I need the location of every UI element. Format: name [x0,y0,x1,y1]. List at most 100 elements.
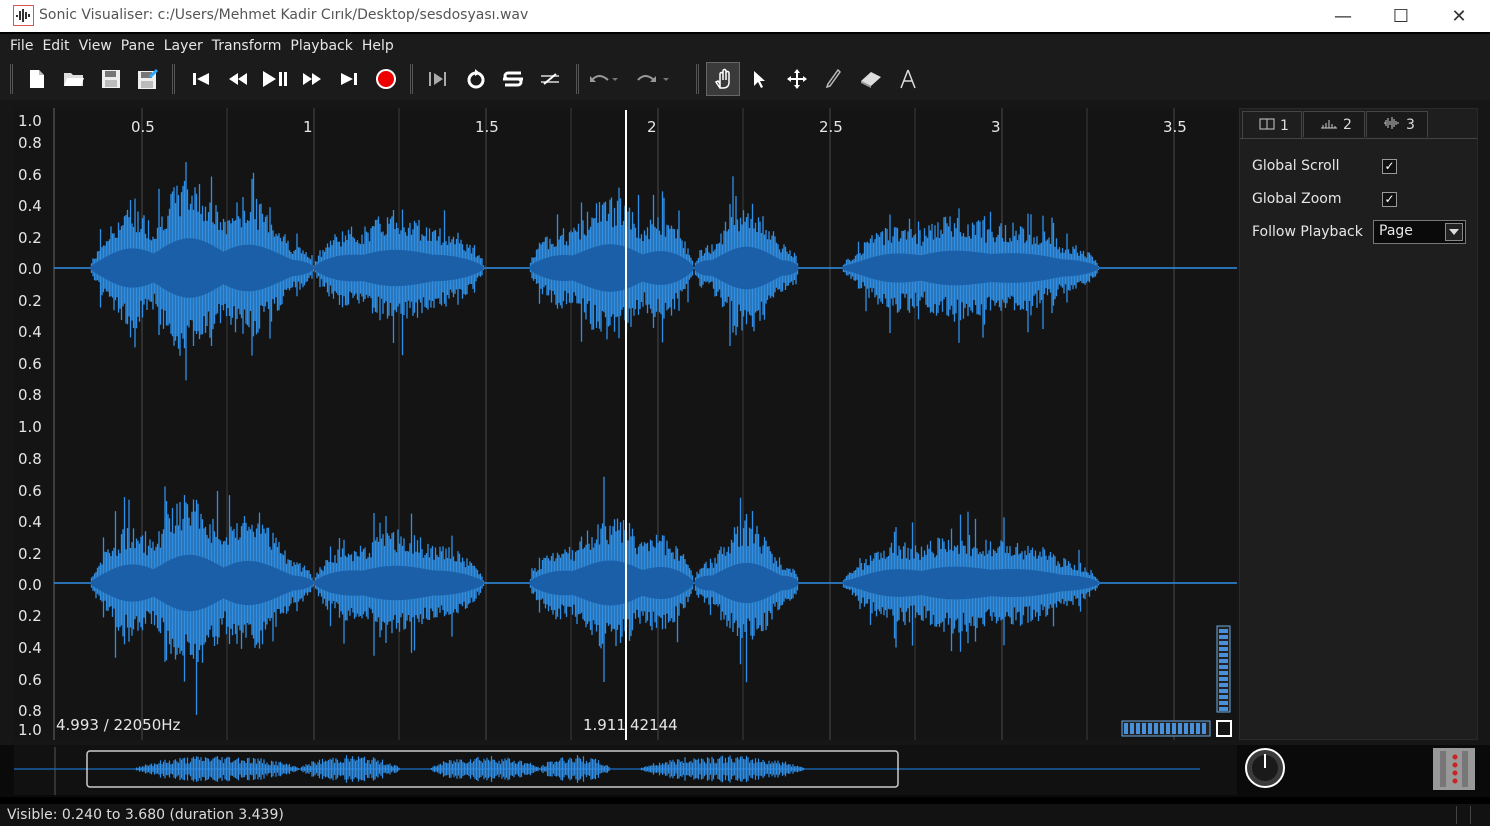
overview-pane[interactable] [0,745,1490,797]
amplitude-label: 0.8 [18,450,42,468]
select-arrow-icon[interactable] [742,62,776,96]
waveform-icon [1383,116,1401,134]
time-tick-label: 2 [647,118,657,136]
vertical-zoom-slider[interactable] [1216,625,1231,713]
amplitude-label: 0.8 [18,702,42,720]
volume-dial-icon[interactable] [1245,748,1285,788]
global-zoom-label: Global Zoom [1252,191,1342,207]
amplitude-label: 1.0 [18,112,42,130]
menu-edit[interactable]: Edit [42,38,69,54]
follow-playback-label: Follow Playback [1252,224,1363,240]
menu-file[interactable]: File [10,38,33,54]
status-separator [1470,806,1471,824]
tab-layer-3[interactable]: 3 [1366,111,1428,137]
amplitude-label: 0.6 [18,355,42,373]
pane-icon [1259,118,1275,134]
tab-label: 3 [1406,116,1415,133]
time-tick-label: 3 [991,118,1001,136]
amplitude-label: 0.4 [18,323,42,341]
property-panel: 1 2 3 Global Scroll ✓ Global Zoom ✓ Foll… [1239,108,1478,740]
navigate-hand-icon[interactable] [706,62,740,96]
play-pause-icon[interactable] [258,62,292,96]
amplitude-label: 0.2 [18,229,42,247]
rewind-icon[interactable] [221,62,255,96]
amplitude-label: 0.0 [18,576,42,594]
time-tick-label: 1 [303,118,313,136]
menu-transform[interactable]: Transform [212,38,282,54]
app-icon [13,5,34,26]
fast-forward-icon[interactable] [295,62,329,96]
fast-forward-end-icon[interactable] [332,62,366,96]
cursor-time-label: 1.911 [583,716,626,734]
redo-icon[interactable] [636,62,670,96]
speed-icon[interactable] [533,62,567,96]
time-tick-label: 1.5 [475,118,499,136]
status-bar: Visible: 0.240 to 3.680 (duration 3.439) [0,804,1490,826]
tab-layer-2[interactable]: 2 [1303,111,1365,137]
amplitude-label: 0.2 [18,545,42,563]
cursor-frame-label: 42144 [630,716,678,734]
loop-icon[interactable] [459,62,493,96]
toolbar-grip [10,64,13,94]
save-icon[interactable] [94,62,128,96]
amplitude-label: 0.4 [18,197,42,215]
title-bar: Sonic Visualiser: c:/Users/Mehmet Kadir … [0,0,1490,32]
amplitude-label: 0.6 [18,671,42,689]
toolbar-separator [172,64,175,94]
toolbar [0,58,1490,100]
global-scroll-checkbox[interactable]: ✓ [1382,159,1397,174]
menu-playback[interactable]: Playback [290,38,352,54]
record-icon[interactable] [369,62,403,96]
toolbar-separator [576,64,579,94]
open-folder-icon[interactable] [57,62,91,96]
solo-icon[interactable] [496,62,530,96]
menu-pane[interactable]: Pane [121,38,155,54]
zoom-reset-button[interactable] [1216,720,1232,737]
rewind-start-icon[interactable] [184,62,218,96]
waveform-canvas[interactable]: 0.5 1 1.5 2 2.5 3 3.5 1.00.80.60.40.20.00.20.4… [14,108,1237,740]
amplitude-label: 0.4 [18,639,42,657]
level-meter-icon[interactable] [1433,748,1475,790]
amplitude-label: 1.0 [18,721,42,739]
status-text: Visible: 0.240 to 3.680 (duration 3.439) [7,807,284,823]
global-zoom-checkbox[interactable]: ✓ [1382,192,1397,207]
horizontal-zoom-slider[interactable] [1121,720,1211,737]
chevron-down-icon [1445,223,1463,241]
main-area: 0.5 1 1.5 2 2.5 3 3.5 1.0 0.8 0.6 0.4 0.2 0.0 0.2 0.4… [0,100,1490,745]
new-file-icon[interactable] [20,62,54,96]
draw-pencil-icon[interactable] [816,62,850,96]
time-tick-label: 3.5 [1163,118,1187,136]
amplitude-label: 0.4 [18,513,42,531]
close-button[interactable]: ✕ [1430,0,1488,32]
erase-icon[interactable] [854,62,888,96]
measure-icon[interactable] [891,62,925,96]
minimize-button[interactable]: — [1314,0,1372,32]
amplitude-label: 0.2 [18,292,42,310]
tab-label: 2 [1343,116,1352,133]
toolbar-separator [410,64,413,94]
follow-playback-select[interactable]: Page [1373,220,1466,244]
amplitude-label: 0.2 [18,607,42,625]
follow-playback-value: Page [1379,223,1413,239]
amplitude-label: 0.6 [18,166,42,184]
waveform-pane[interactable]: 0.5 1 1.5 2 2.5 3 3.5 1.0 0.8 0.6 0.4 0.2 0.0 0.2 0.4… [14,108,1237,740]
amplitude-label: 0.8 [18,134,42,152]
status-separator [1456,806,1457,824]
amplitude-label: 1.0 [18,418,42,436]
tab-pane-1[interactable]: 1 [1242,111,1302,139]
move-icon[interactable] [780,62,814,96]
global-scroll-label: Global Scroll [1252,158,1340,174]
save-as-icon[interactable] [131,62,165,96]
play-selection-icon[interactable] [421,62,455,96]
maximize-button[interactable]: ☐ [1372,0,1430,32]
menu-view[interactable]: View [79,38,112,54]
menu-layer[interactable]: Layer [164,38,203,54]
menu-help[interactable]: Help [362,38,394,54]
spectrum-icon [1320,117,1338,133]
tab-label: 1 [1280,117,1289,134]
undo-icon[interactable] [586,62,620,96]
amplitude-label: 0.6 [18,482,42,500]
menu-bar: File Edit View Pane Layer Transform Play… [0,34,1490,58]
amplitude-label: 0.0 [18,260,42,278]
amplitude-label: 0.8 [18,386,42,404]
